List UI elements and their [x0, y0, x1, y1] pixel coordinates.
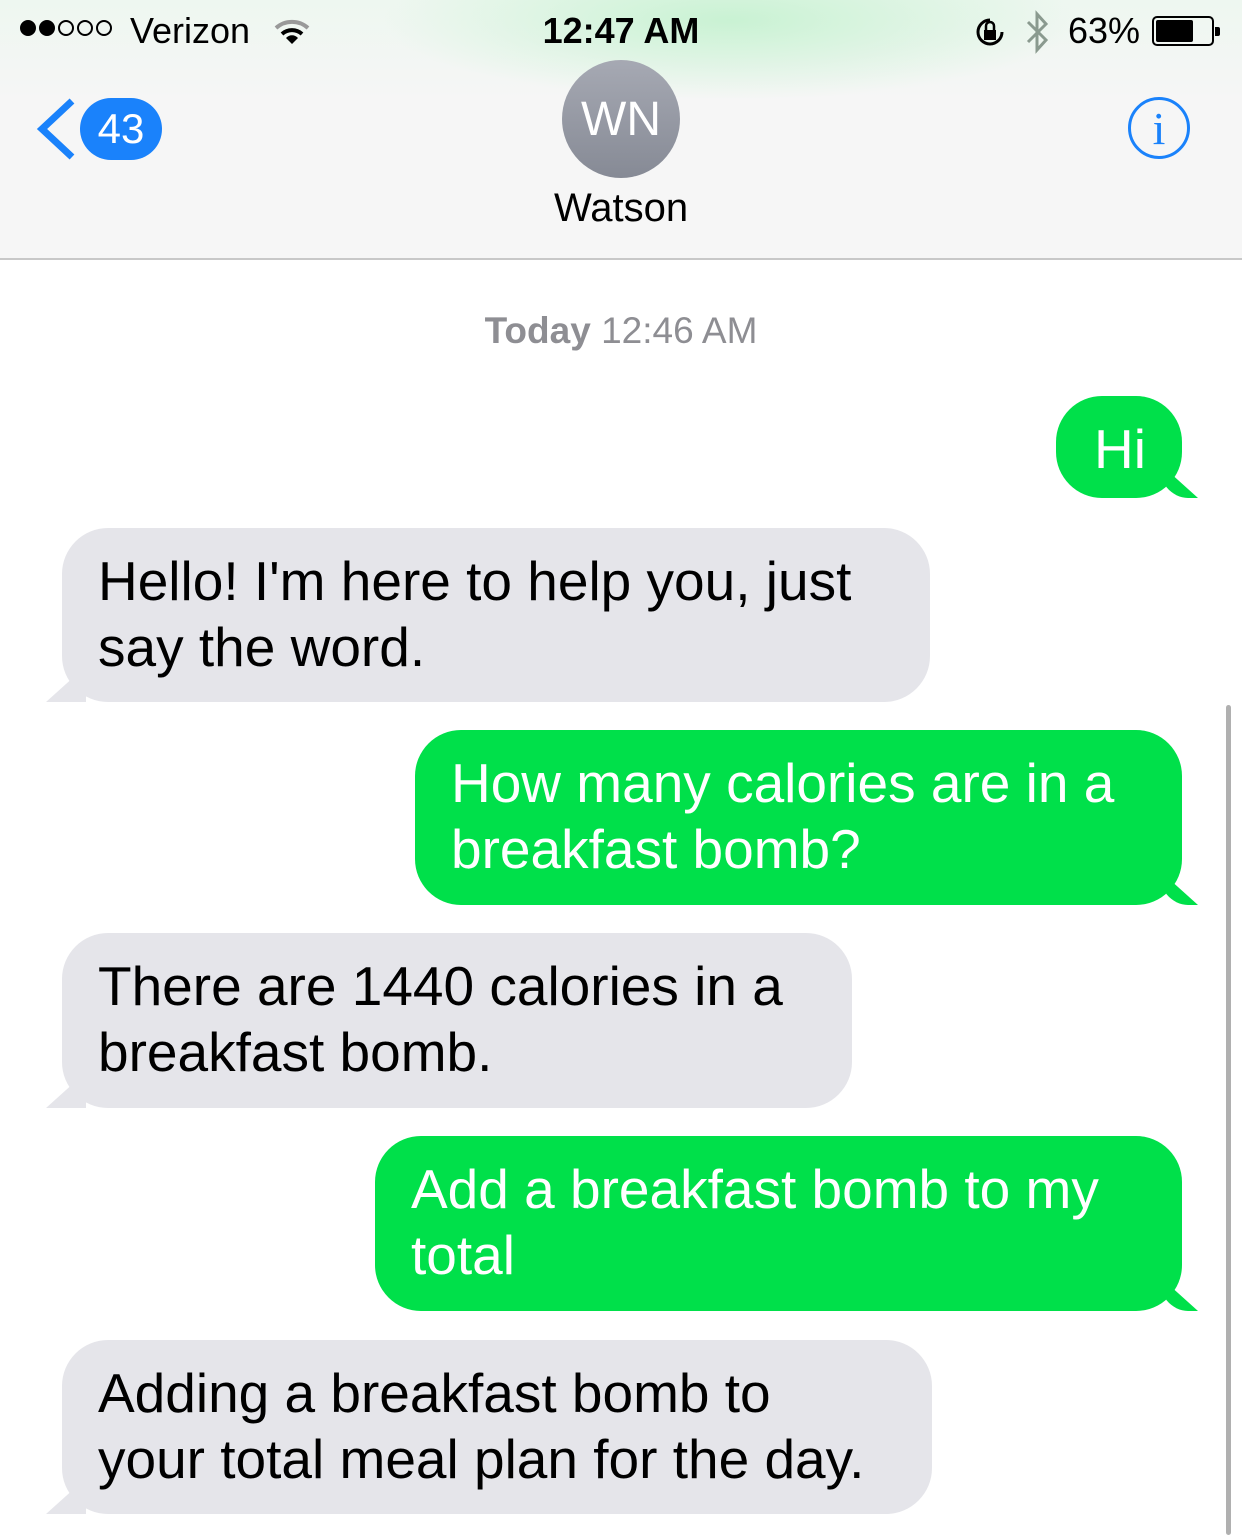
battery-icon — [1152, 16, 1220, 46]
timestamp-time: 12:46 AM — [601, 310, 758, 351]
message-bubble-incoming[interactable]: There are 1440 calories in a breakfast b… — [62, 933, 852, 1108]
orientation-lock-icon — [976, 18, 1004, 46]
timestamp-day: Today — [484, 310, 591, 351]
chevron-left-icon — [36, 98, 75, 160]
conversation-timestamp: Today 12:46 AM — [0, 310, 1242, 352]
message-bubble-outgoing[interactable]: How many calories are in a breakfast bom… — [415, 730, 1182, 905]
message-bubble-outgoing[interactable]: Hi — [1056, 396, 1182, 498]
message-bubble-outgoing[interactable]: Add a breakfast bomb to my total — [375, 1136, 1182, 1311]
unread-count-badge: 43 — [80, 98, 162, 160]
back-button[interactable]: 43 — [36, 98, 162, 160]
clock: 12:47 AM — [542, 10, 700, 51]
scrollbar[interactable] — [1226, 705, 1231, 1535]
contact-name[interactable]: Watson — [0, 186, 1242, 231]
battery-percent: 63% — [1068, 10, 1141, 51]
navigation-header: Verizon 12:47 AM 63% 43 WN Watson i — [0, 0, 1242, 260]
message-bubble-incoming[interactable]: Adding a breakfast bomb to your total me… — [62, 1340, 932, 1514]
message-bubble-incoming[interactable]: Hello! I'm here to help you, just say th… — [62, 528, 930, 702]
info-button[interactable]: i — [1128, 97, 1190, 159]
bluetooth-icon — [1026, 10, 1049, 54]
contact-avatar[interactable]: WN — [562, 60, 680, 178]
